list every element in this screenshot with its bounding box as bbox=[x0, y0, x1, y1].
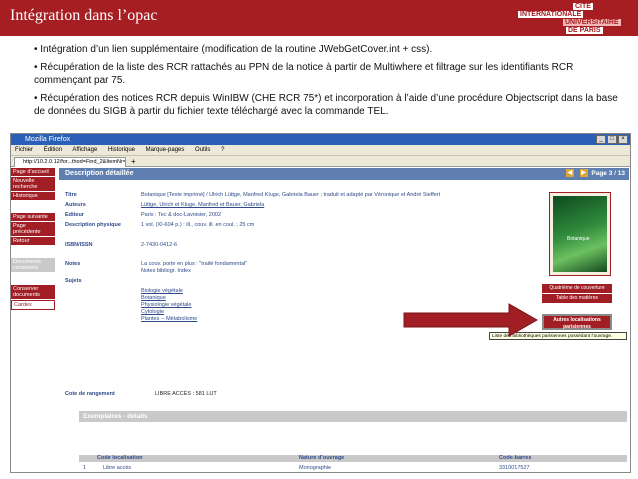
menu-historique[interactable]: Historique bbox=[108, 147, 135, 153]
bullet-item: • Intégration d’un lien supplémentaire (… bbox=[34, 44, 433, 55]
bullet-list: • Intégration d’un lien supplémentaire (… bbox=[34, 43, 624, 123]
browser-title: Mozilla Firefox bbox=[25, 136, 71, 143]
sidebar-item-retour[interactable]: Retour bbox=[11, 237, 55, 246]
row-number: 1 bbox=[83, 465, 87, 471]
sidebar-item-documents-conserves[interactable]: Documents conservés bbox=[11, 258, 55, 273]
opac-page: Page d’accueil Nouvelle recherche Histor… bbox=[11, 168, 630, 472]
cite-universitaire-logo: CITÉ INTERNATIONALE UNIVERSITAIRE DE PAR… bbox=[518, 2, 628, 34]
logo-line: DE PARIS bbox=[566, 27, 603, 34]
column-header: Code-barres bbox=[499, 455, 532, 461]
column-header: Nature d’ouvrage bbox=[299, 455, 345, 461]
sidebar-item-nouvelle-recherche[interactable]: Nouvelle recherche bbox=[11, 177, 55, 192]
close-icon[interactable]: × bbox=[618, 135, 628, 144]
exemplaires-bar: Exemplaires - détails bbox=[79, 411, 627, 422]
maximize-icon[interactable]: □ bbox=[607, 135, 617, 144]
sidebar-item-conserver-documents[interactable]: Conserver documents bbox=[11, 285, 55, 300]
new-tab-button[interactable]: + bbox=[131, 156, 136, 167]
menu-fichier[interactable]: Fichier bbox=[15, 147, 33, 153]
logo-line: UNIVERSITAIRE bbox=[563, 19, 621, 26]
cote-value: LIBRE ACCÈS : 581 LUT bbox=[155, 391, 217, 397]
browser-titlebar: Mozilla Firefox _ □ × bbox=[11, 134, 630, 145]
browser-menubar: Fichier Édition Affichage Historique Mar… bbox=[11, 145, 630, 156]
column-header: Code localisation bbox=[97, 455, 143, 461]
bullet-item: • Récupération des notices RCR depuis Wi… bbox=[34, 93, 618, 117]
highlight-arrow bbox=[403, 303, 539, 337]
row-barcode: 3310017527 bbox=[499, 465, 530, 471]
logo-line: INTERNATIONALE bbox=[518, 11, 584, 18]
minimize-icon[interactable]: _ bbox=[596, 135, 606, 144]
logo-line: CITÉ bbox=[573, 3, 593, 10]
sidebar-item-page-precedente[interactable]: Page précédente bbox=[11, 222, 55, 237]
browser-screenshot: Mozilla Firefox _ □ × Fichier Édition Af… bbox=[10, 133, 631, 473]
slide-title: Intégration dans l’opac bbox=[10, 7, 158, 24]
sidebar-item-page-suivante[interactable]: Page suivante bbox=[11, 213, 55, 222]
record-detail: Description détaillée ◀ ▶ Page 3 / 13 Ti… bbox=[59, 168, 629, 472]
exemplaires-header: Code localisation Nature d’ouvrage Code-… bbox=[79, 455, 627, 462]
bullet-item: • Récupération de la liste des RCR ratta… bbox=[34, 62, 574, 86]
menu-outils[interactable]: Outils bbox=[195, 147, 210, 153]
sidebar-item-historique[interactable]: Historique bbox=[11, 192, 55, 201]
row-location: Libre accès bbox=[103, 465, 132, 471]
menu-affichage[interactable]: Affichage bbox=[72, 147, 97, 153]
opac-sidebar: Page d’accueil Nouvelle recherche Histor… bbox=[11, 168, 55, 472]
row-nature: Monographie bbox=[299, 465, 332, 471]
slide-header: Intégration dans l’opac CITÉ INTERNATION… bbox=[0, 0, 638, 36]
table-row: 1 Libre accès Monographie 3310017527 bbox=[79, 464, 627, 472]
menu-edition[interactable]: Édition bbox=[44, 147, 62, 153]
browser-tabbar: http://10.2.0.12/for...thod=Find_2&ItemN… bbox=[11, 156, 630, 167]
browser-tab[interactable]: http://10.2.0.12/for...thod=Find_2&ItemN… bbox=[14, 157, 126, 167]
menu-marque-pages[interactable]: Marque-pages bbox=[146, 147, 185, 153]
menu-help[interactable]: ? bbox=[221, 147, 224, 153]
cote-label: Cote de rangement bbox=[65, 391, 115, 397]
sidebar-item-accueil[interactable]: Page d’accueil bbox=[11, 168, 55, 177]
sidebar-item-cardex[interactable]: Cardex bbox=[11, 300, 55, 310]
